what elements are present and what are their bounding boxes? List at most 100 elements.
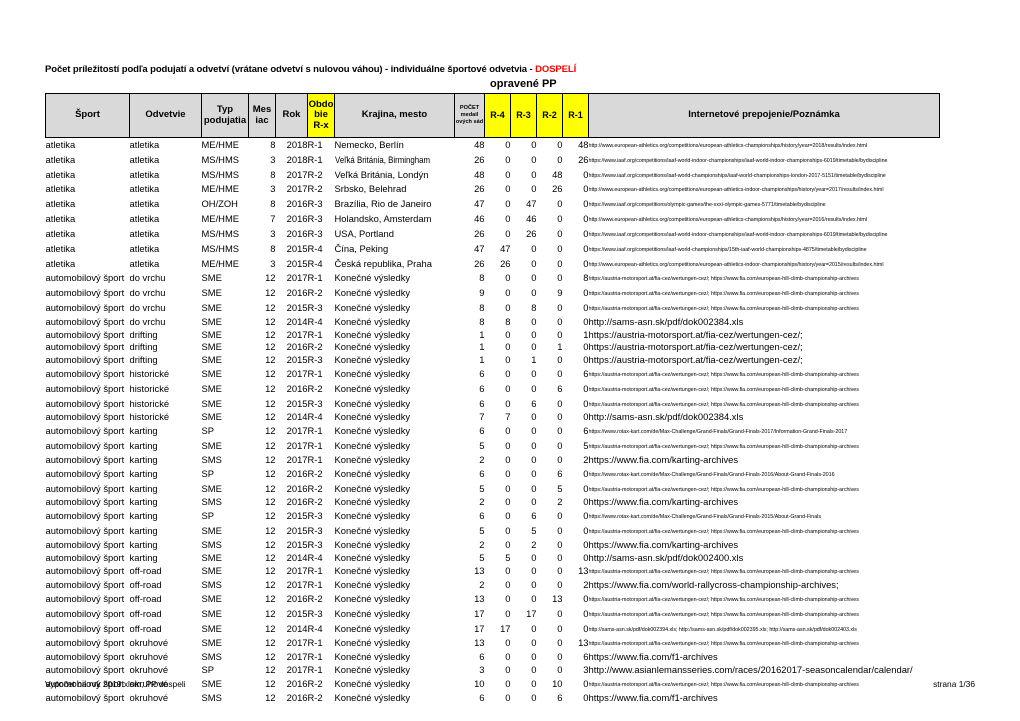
- cell-sport: atletika: [45, 213, 76, 225]
- link-text[interactable]: https://www.rotax-kart.com/de/Max-Challe…: [589, 429, 848, 435]
- link-text[interactable]: https://www.rotax-kart.com/de/Max-Challe…: [589, 514, 822, 520]
- cell-sport: automobilový šport: [45, 301, 125, 313]
- link-text[interactable]: https://austria-motorsport.at/fia-cez/we…: [589, 291, 859, 297]
- link-text[interactable]: https://austria-motorsport.at/fia-cez/we…: [589, 276, 859, 282]
- link-text[interactable]: https://www.rotax-kart.com/de/Max-Challe…: [589, 472, 835, 478]
- page-title-main: Počet príležitostí podľa podujatí a odve…: [45, 64, 536, 75]
- cell-obdobie: R-1: [307, 368, 323, 379]
- link-text[interactable]: https://austria-motorsport.at/fia-cez/we…: [589, 387, 859, 393]
- cell-odvetvie: karting: [129, 453, 158, 465]
- cell-mesiac: 3: [270, 183, 276, 195]
- link-text[interactable]: https://www.fia.com/karting-archives: [589, 496, 739, 507]
- cell-obdobie: R-1: [307, 453, 323, 465]
- cell-pocet-medailovych-sad: 17: [474, 607, 485, 619]
- table-header-row: Šport Odvetvie Typ podujatia Mes iac Rok…: [45, 93, 940, 138]
- table-row: atletika atletika ME/HME 3 2017 R-2 Srbsko, Be…: [46, 182, 940, 197]
- link-text[interactable]: https://www.fia.com/f1-archives: [589, 692, 718, 703]
- cell-r1: 5: [583, 440, 589, 452]
- link-text[interactable]: https://www.iaaf.org/competitions/iaaf-w…: [589, 247, 867, 253]
- cell-r1: 0: [583, 551, 589, 563]
- cell-odvetvie: atletika: [129, 242, 160, 254]
- cell-krajina-mesto: Konečné výsledky: [334, 637, 411, 649]
- cell-internetove-prepojenie: https://austria-motorsport.at/fia-cez/we…: [589, 271, 940, 286]
- link-text[interactable]: https://austria-motorsport.at/fia-cez/we…: [589, 612, 859, 618]
- link-text[interactable]: http://www.european-athletics.org/compet…: [589, 143, 868, 149]
- cell-internetove-prepojenie: http://sams-asn.sk/pdf/dok002384.xls: [589, 411, 940, 424]
- cell-r4: 0: [505, 213, 511, 225]
- cell-internetove-prepojenie: https://austria-motorsport.at/fia-cez/we…: [589, 524, 940, 539]
- cell-rok: 2016: [286, 198, 308, 210]
- cell-obdobie: R-1: [307, 637, 323, 649]
- cell-r1: 0: [583, 496, 589, 508]
- link-text[interactable]: http://www.european-athletics.org/compet…: [589, 187, 884, 193]
- cell-r2: 0: [557, 368, 563, 379]
- cell-obdobie: R-4: [307, 622, 323, 634]
- link-text[interactable]: https://www.iaaf.org/competitions/olympi…: [589, 202, 826, 208]
- cell-r1: 6: [583, 368, 589, 379]
- link-text[interactable]: http://www.european-athletics.org/compet…: [589, 217, 868, 223]
- link-text[interactable]: http://sams-asn.sk/pdf/dok002384.xls: [589, 411, 744, 422]
- cell-internetove-prepojenie: http://www.european-athletics.org/compet…: [589, 257, 940, 272]
- column-header-mesiac: Mes iac: [248, 93, 276, 138]
- cell-odvetvie: karting: [129, 440, 158, 452]
- cell-mesiac: 12: [265, 315, 276, 327]
- link-text[interactable]: http://www.european-athletics.org/compet…: [589, 262, 884, 268]
- link-text[interactable]: https://austria-motorsport.at/fia-cez/we…: [589, 306, 859, 312]
- column-header-r3: R-3: [510, 93, 537, 138]
- column-header-pocet-medailovych-sad: POČET medail ových sád: [454, 93, 485, 138]
- cell-sport: automobilový šport: [45, 382, 125, 394]
- table-row: automobilový šport historické SME 12 2017 R-1…: [46, 367, 940, 382]
- cell-r3: 0: [531, 622, 537, 634]
- link-text[interactable]: http://sams-asn.sk/pdf/dok002384.xls: [589, 316, 744, 327]
- cell-typ-podujatia: SME: [201, 637, 222, 649]
- link-text[interactable]: https://www.fia.com/karting-archives: [589, 454, 739, 465]
- cell-obdobie: R-1: [307, 440, 323, 452]
- link-text[interactable]: https://www.fia.com/karting-archives: [589, 539, 739, 550]
- link-text[interactable]: https://www.iaaf.org/competitions/iaaf-w…: [589, 158, 888, 164]
- cell-r4: 17: [500, 622, 511, 634]
- link-text[interactable]: https://austria-motorsport.at/fia-cez/we…: [589, 487, 859, 493]
- cell-r2: 0: [557, 565, 563, 577]
- link-text[interactable]: https://austria-motorsport.at/fia-cez/we…: [589, 597, 859, 603]
- cell-pocet-medailovych-sad: 5: [479, 440, 485, 452]
- link-text[interactable]: https://austria-motorsport.at/fia-cez/we…: [589, 354, 803, 365]
- link-text[interactable]: https://austria-motorsport.at/fia-cez/we…: [589, 444, 859, 450]
- cell-typ-podujatia: SME: [201, 482, 222, 494]
- cell-internetove-prepojenie: https://www.iaaf.org/competitions/iaaf-w…: [589, 168, 940, 183]
- link-text[interactable]: https://austria-motorsport.at/fia-cez/we…: [589, 569, 859, 575]
- cell-rok: 2017: [286, 637, 308, 649]
- cell-r3: 0: [531, 368, 537, 379]
- cell-odvetvie: atletika: [129, 213, 160, 225]
- link-text[interactable]: https://austria-motorsport.at/fia-cez/we…: [589, 682, 859, 688]
- link-text[interactable]: https://www.fia.com/world-rallycross-cha…: [589, 579, 839, 590]
- cell-obdobie: R-3: [307, 198, 323, 210]
- link-text[interactable]: https://www.iaaf.org/competitions/iaaf-w…: [589, 232, 888, 238]
- cell-typ-podujatia: SME: [201, 565, 222, 577]
- link-text[interactable]: https://www.fia.com/f1-archives: [589, 651, 718, 662]
- cell-pocet-medailovych-sad: 17: [474, 622, 485, 634]
- link-text[interactable]: https://www.iaaf.org/competitions/iaaf-w…: [589, 173, 886, 179]
- link-text[interactable]: https://austria-motorsport.at/fia-cez/we…: [589, 529, 859, 535]
- link-text[interactable]: http://sams-asn.sk/pdf/dok002400.xls: [589, 552, 744, 563]
- link-text[interactable]: https://austria-motorsport.at/fia-cez/we…: [589, 372, 859, 378]
- cell-obdobie: R-1: [307, 272, 323, 284]
- cell-odvetvie: drifting: [129, 354, 158, 366]
- cell-odvetvie: atletika: [129, 183, 160, 195]
- cell-r1: 0: [583, 315, 589, 327]
- link-text[interactable]: https://austria-motorsport.at/fia-cez/we…: [589, 329, 803, 340]
- cell-pocet-medailovych-sad: 8: [479, 272, 485, 284]
- link-text[interactable]: https://austria-motorsport.at/fia-cez/we…: [589, 641, 859, 647]
- cell-pocet-medailovych-sad: 6: [479, 510, 485, 522]
- cell-typ-podujatia: SME: [201, 411, 222, 423]
- cell-rok: 2015: [286, 510, 308, 522]
- cell-krajina-mesto: Konečné výsledky: [334, 593, 411, 604]
- cell-typ-podujatia: SME: [201, 607, 222, 619]
- link-text[interactable]: https://austria-motorsport.at/fia-cez/we…: [589, 402, 859, 408]
- cell-r3: 2: [531, 538, 537, 550]
- cell-r4: 0: [505, 496, 511, 508]
- cell-r1: 0: [583, 397, 589, 409]
- link-text[interactable]: https://austria-motorsport.at/fia-cez/we…: [589, 341, 803, 352]
- link-text[interactable]: http://sams-asn.sk/pdf/dok002394.xls; ht…: [589, 627, 857, 633]
- cell-mesiac: 12: [265, 482, 276, 494]
- link-text[interactable]: http://www.asianlemansseries.com/races/2…: [589, 664, 913, 675]
